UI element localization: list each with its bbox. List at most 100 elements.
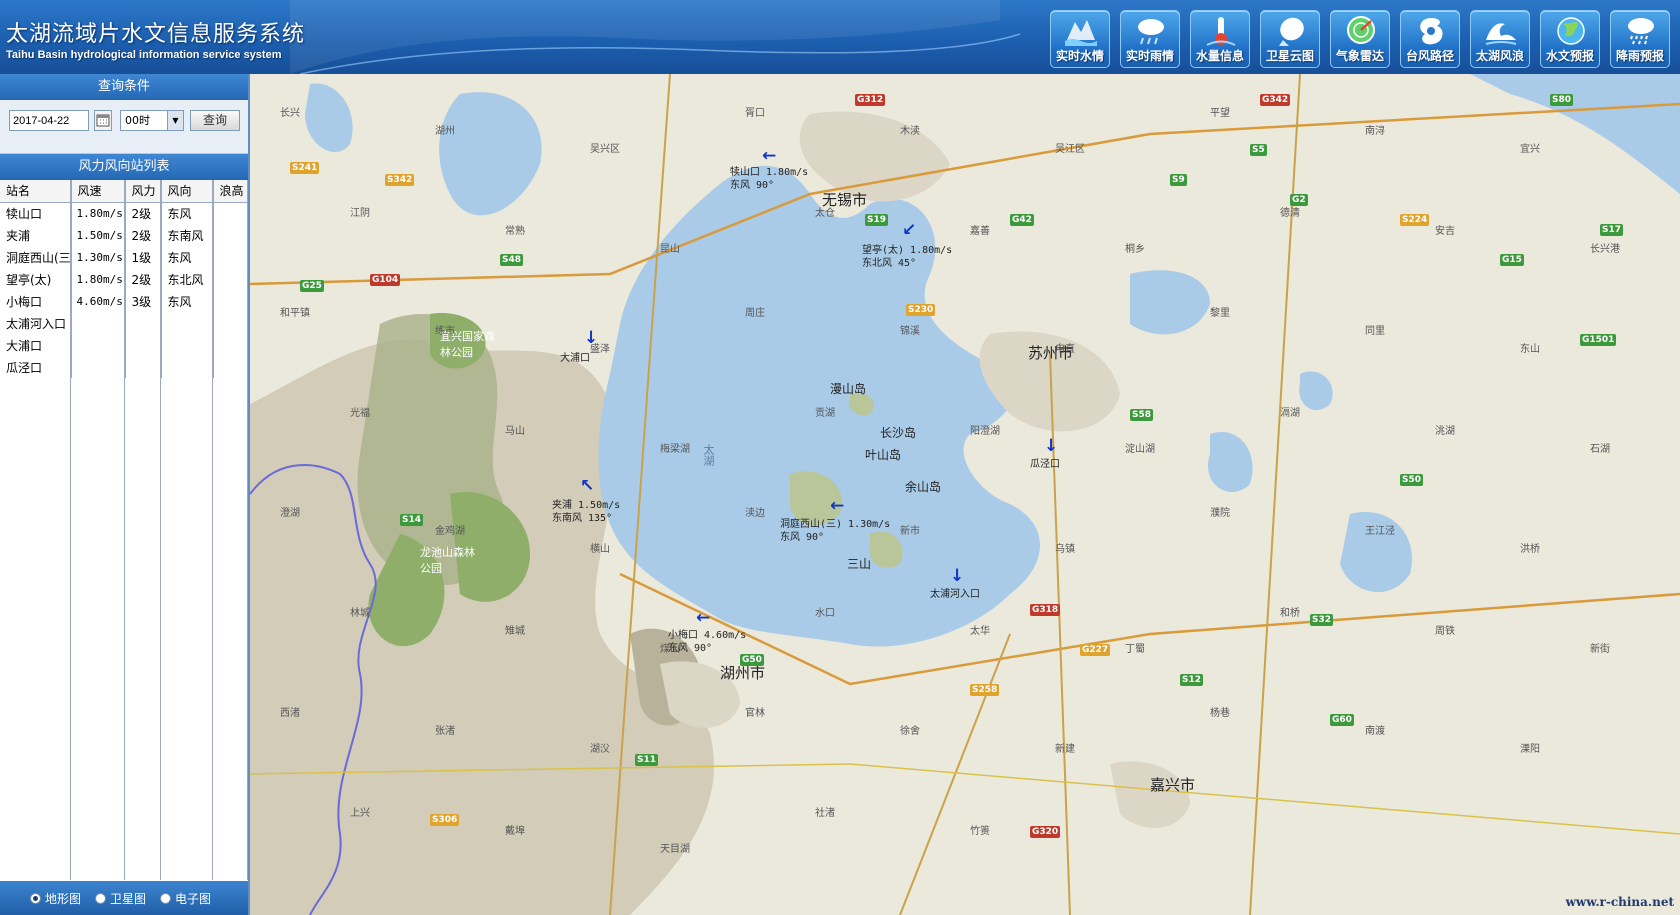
place-label: 新建 bbox=[1055, 744, 1075, 755]
map-canvas[interactable]: 无锡市 苏州市 湖州市 嘉兴市 漫山岛 长沙岛 叶山岛 余山岛 三山 太湖 宜兴… bbox=[250, 74, 1680, 915]
table-row[interactable]: 望亭(太) 1.80m/s 2级 东北风 bbox=[0, 268, 248, 290]
road-shield: S9 bbox=[1170, 174, 1187, 186]
place-label: 林城 bbox=[350, 608, 370, 619]
place-label: 徐舍 bbox=[900, 726, 920, 737]
table-row[interactable]: 洞庭西山(三 1.30m/s 1级 东风 bbox=[0, 246, 248, 268]
place-label: 戴埠 bbox=[505, 826, 525, 837]
place-label: 张渚 bbox=[435, 726, 455, 737]
road-shield: S58 bbox=[1130, 409, 1154, 421]
wind-arrow-icon[interactable]: ↖ bbox=[580, 478, 594, 495]
road-shield: S342 bbox=[385, 174, 415, 186]
cell-wind-speed: 1.80m/s bbox=[71, 202, 126, 224]
table-row[interactable]: 夹浦 1.50m/s 2级 东南风 bbox=[0, 224, 248, 246]
cell-station-name: 太浦河入口 bbox=[0, 312, 72, 334]
col-station-name[interactable]: 站名 bbox=[0, 180, 72, 203]
cell-wave-height bbox=[213, 312, 248, 334]
satellite-dish-icon bbox=[1279, 17, 1304, 46]
calendar-button[interactable] bbox=[94, 110, 112, 131]
nav-realtime-water[interactable]: 实时水情 bbox=[1050, 10, 1110, 68]
map-type-terrain[interactable]: 地形图 bbox=[30, 890, 81, 907]
hour-select[interactable]: 00时 ▼ bbox=[120, 110, 184, 131]
left-panel: 查询条件 00时 ▼ 查询 风力风向站列表 bbox=[0, 74, 250, 915]
place-label: 渎边 bbox=[745, 508, 765, 519]
nav-realtime-rain[interactable]: 实时雨情 bbox=[1120, 10, 1180, 68]
place-label: 水口 bbox=[815, 608, 835, 619]
wind-station-label[interactable]: 瓜泾口 bbox=[1030, 458, 1060, 471]
date-input[interactable] bbox=[9, 110, 89, 131]
place-label: 濮院 bbox=[1210, 508, 1230, 519]
station-list-title: 风力风向站列表 bbox=[0, 154, 248, 180]
road-shield: G312 bbox=[855, 94, 886, 106]
col-wind-speed[interactable]: 风速 bbox=[71, 180, 126, 203]
road-shield: S306 bbox=[430, 814, 460, 826]
nav-water-volume[interactable]: 水量信息 bbox=[1190, 10, 1250, 68]
cell-wind-speed: 1.50m/s bbox=[71, 224, 126, 246]
map-type-satellite[interactable]: 卫星图 bbox=[95, 890, 146, 907]
place-label: 洮湖 bbox=[1435, 426, 1455, 437]
cell-wind-force: 1级 bbox=[125, 246, 162, 268]
place-label: 乌镇 bbox=[1055, 544, 1075, 555]
table-row[interactable]: 大浦口 bbox=[0, 334, 248, 356]
wind-station-label[interactable]: 洞庭西山(三) 1.30m/s 东风 90° bbox=[780, 518, 890, 544]
place-label: 西渚 bbox=[280, 708, 300, 719]
place-label: 胥口 bbox=[745, 108, 765, 119]
nav-typhoon-track[interactable]: 台风路径 bbox=[1400, 10, 1460, 68]
cell-wind-direction: 东南风 bbox=[161, 224, 214, 246]
road-shield: S14 bbox=[400, 514, 424, 526]
cell-wind-direction: 东风 bbox=[161, 290, 214, 312]
road-shield: S48 bbox=[500, 254, 524, 266]
col-wind-force[interactable]: 风力 bbox=[125, 180, 162, 203]
map-type-electronic[interactable]: 电子图 bbox=[160, 890, 211, 907]
place-label: 竹箦 bbox=[970, 826, 990, 837]
island-label: 长沙岛 bbox=[880, 426, 917, 440]
col-wind-direction[interactable]: 风向 bbox=[161, 180, 214, 203]
wind-station-label[interactable]: 望亭(太) 1.80m/s 东北风 45° bbox=[862, 244, 952, 270]
place-label: 嘉善 bbox=[970, 226, 990, 237]
road-shield: G15 bbox=[1500, 254, 1524, 266]
cell-wind-direction bbox=[161, 334, 214, 356]
place-label: 南渡 bbox=[1365, 726, 1385, 737]
road-shield: G318 bbox=[1030, 604, 1061, 616]
place-label: 石湖 bbox=[1590, 444, 1610, 455]
wind-station-label[interactable]: 太浦河入口 bbox=[930, 588, 980, 601]
place-label: 同里 bbox=[1365, 326, 1385, 337]
nav-satellite-cloud[interactable]: 卫星云图 bbox=[1260, 10, 1320, 68]
table-row[interactable]: 小梅口 4.60m/s 3级 东风 bbox=[0, 290, 248, 312]
city-label: 嘉兴市 bbox=[1150, 776, 1196, 794]
road-shield: G104 bbox=[370, 274, 401, 286]
cell-wind-direction: 东风 bbox=[161, 202, 214, 224]
wind-arrow-icon[interactable]: ← bbox=[762, 148, 776, 165]
wind-station-label[interactable]: 犊山口 1.80m/s 东风 90° bbox=[730, 166, 808, 192]
cell-station-name: 小梅口 bbox=[0, 290, 72, 312]
nav-taihu-wind-wave[interactable]: 太湖风浪 bbox=[1470, 10, 1530, 68]
nav-hydro-forecast[interactable]: 水文预报 bbox=[1540, 10, 1600, 68]
place-label: 吴江区 bbox=[1055, 144, 1085, 155]
wind-station-label[interactable]: 夹浦 1.50m/s 东南风 135° bbox=[552, 499, 620, 525]
nav-weather-radar[interactable]: 气象雷达 bbox=[1330, 10, 1390, 68]
place-label: 新街 bbox=[1590, 644, 1610, 655]
station-table-body: 犊山口 1.80m/s 2级 东风 夹浦 1.50m/s 2级 东南风 洞庭西山(三 1.30m/… bbox=[0, 202, 248, 378]
wind-arrow-icon[interactable]: ↓ bbox=[1044, 438, 1058, 455]
col-wave-height[interactable]: 浪高 bbox=[213, 180, 248, 203]
table-row[interactable]: 瓜泾口 bbox=[0, 356, 248, 378]
nav-rain-forecast[interactable]: 降雨预报 bbox=[1610, 10, 1670, 68]
wind-arrow-icon[interactable]: ← bbox=[830, 498, 844, 515]
query-button[interactable]: 查询 bbox=[190, 110, 240, 131]
cell-station-name: 犊山口 bbox=[0, 202, 72, 224]
place-label: 金鸡湖 bbox=[435, 526, 465, 537]
wind-arrow-icon[interactable]: ↙ bbox=[902, 222, 916, 239]
wind-station-label[interactable]: 大浦口 bbox=[560, 352, 590, 365]
chevron-down-icon: ▼ bbox=[167, 111, 183, 130]
place-label: 淀山湖 bbox=[1125, 444, 1155, 455]
table-row[interactable]: 太浦河入口 bbox=[0, 312, 248, 334]
cell-station-name: 大浦口 bbox=[0, 334, 72, 356]
hour-select-value: 00时 bbox=[125, 114, 150, 127]
place-label: 平望 bbox=[1210, 108, 1230, 119]
wind-arrow-icon[interactable]: ← bbox=[696, 610, 710, 627]
app-subtitle: Taihu Basin hydrological information ser… bbox=[6, 49, 282, 61]
place-label: 横山 bbox=[590, 544, 610, 555]
wind-arrow-icon[interactable]: ↓ bbox=[950, 568, 964, 585]
place-label: 吴兴区 bbox=[590, 144, 620, 155]
table-row[interactable]: 犊山口 1.80m/s 2级 东风 bbox=[0, 202, 248, 224]
cell-wave-height bbox=[213, 334, 248, 356]
